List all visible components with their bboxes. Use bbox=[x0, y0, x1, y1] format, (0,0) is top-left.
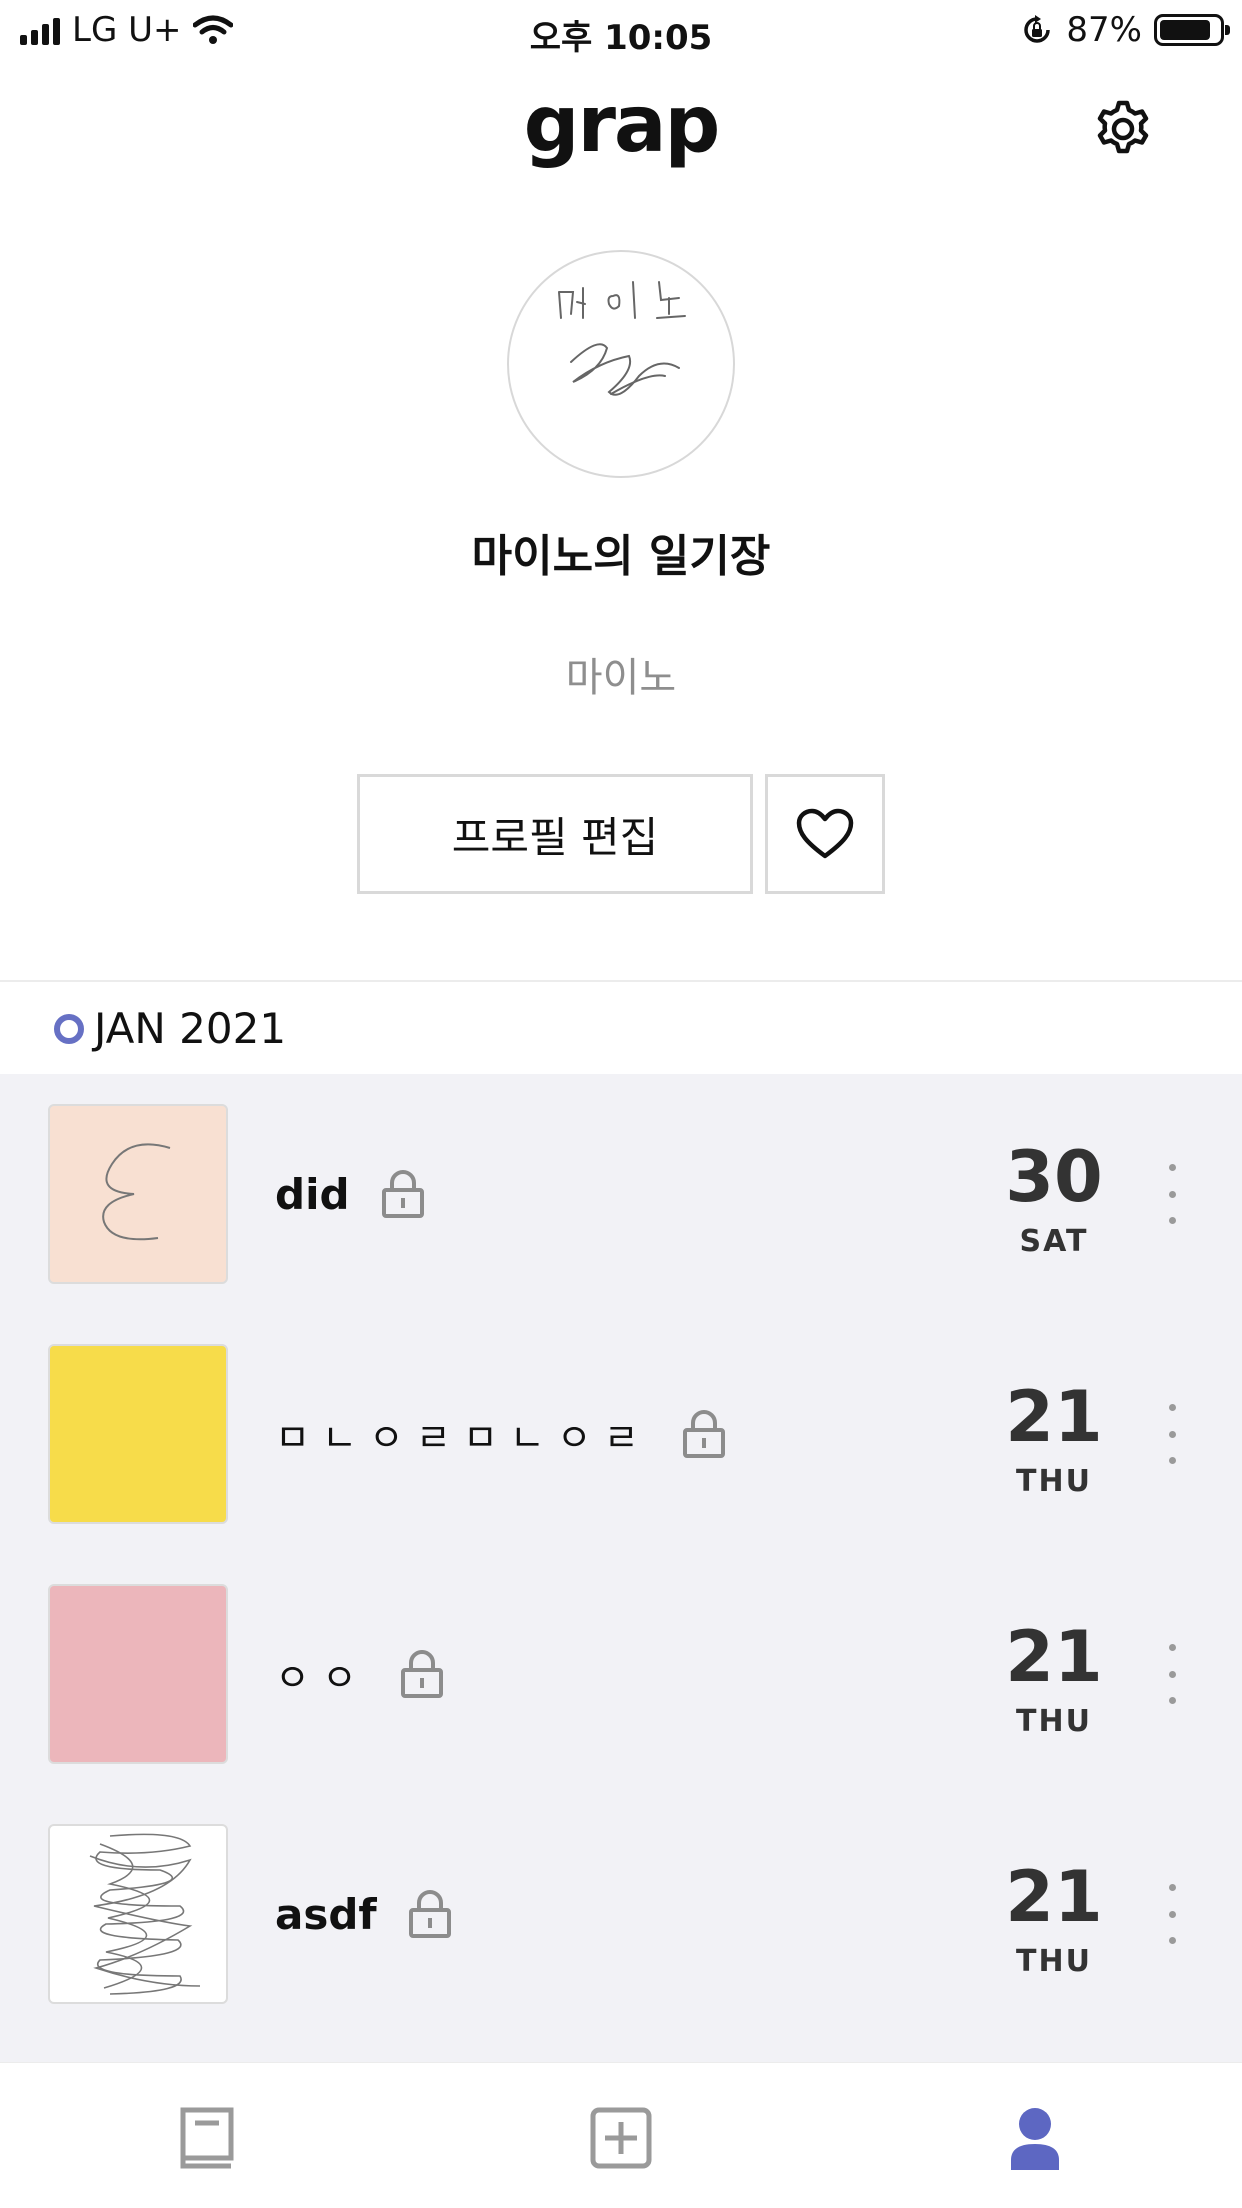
entry-thumbnail bbox=[48, 1104, 228, 1284]
gear-icon bbox=[1097, 100, 1149, 154]
diary-title: 마이노의 일기장 bbox=[471, 531, 771, 582]
entry-title: ㅇㅇ bbox=[275, 1655, 369, 1700]
more-options-button[interactable] bbox=[1162, 1884, 1182, 1944]
battery-icon bbox=[1154, 14, 1230, 46]
app-header: grap bbox=[0, 62, 1242, 192]
add-square-icon bbox=[590, 2107, 652, 2169]
entry-title: ㅁㄴㅇㄹㅁㄴㅇㄹ bbox=[275, 1415, 651, 1460]
tab-diary[interactable] bbox=[172, 2103, 242, 2173]
month-indicator-icon bbox=[54, 1014, 84, 1044]
entry-thumbnail bbox=[48, 1824, 228, 2004]
tab-bar bbox=[0, 2062, 1242, 2208]
entry-date: 30 bbox=[1005, 1136, 1103, 1218]
entry-weekday: SAT bbox=[1019, 1224, 1089, 1259]
heart-icon bbox=[796, 808, 854, 859]
entry-title-wrap: did bbox=[275, 1074, 426, 1314]
rotation-lock-icon bbox=[1024, 15, 1051, 43]
edit-profile-button[interactable]: 프로필 편집 bbox=[357, 774, 753, 894]
more-options-button[interactable] bbox=[1162, 1404, 1182, 1464]
entry-date: 21 bbox=[1005, 1616, 1103, 1698]
lock-icon bbox=[682, 1410, 725, 1458]
handwritten-avatar bbox=[558, 281, 686, 396]
entry-title-wrap: ㅁㄴㅇㄹㅁㄴㅇㄹ bbox=[275, 1314, 727, 1554]
diary-entry[interactable]: ㅁㄴㅇㄹㅁㄴㅇㄹ 21 THU bbox=[0, 1314, 1242, 1554]
lock-icon bbox=[408, 1890, 451, 1938]
month-label: JAN 2021 bbox=[94, 1004, 287, 1053]
lock-icon bbox=[381, 1170, 424, 1218]
entry-title: did bbox=[275, 1169, 350, 1219]
diary-list: did 30 SAT ㅁㄴㅇㄹㅁㄴㅇㄹ 21 THU ㅇㅇ 21 THU asd… bbox=[0, 1074, 1242, 2062]
more-options-button[interactable] bbox=[1162, 1644, 1182, 1704]
favorite-button[interactable] bbox=[765, 774, 885, 894]
diary-entry[interactable]: asdf 21 THU bbox=[0, 1794, 1242, 2034]
entry-weekday: THU bbox=[1016, 1704, 1092, 1739]
entry-date: 21 bbox=[1005, 1376, 1103, 1458]
entry-weekday: THU bbox=[1016, 1464, 1092, 1499]
profile-person-icon bbox=[1011, 2108, 1059, 2170]
diary-book-icon bbox=[180, 2107, 234, 2169]
tab-add[interactable] bbox=[586, 2103, 656, 2173]
entry-weekday: THU bbox=[1016, 1944, 1092, 1979]
scribble-drawing bbox=[102, 1143, 171, 1241]
diary-entry[interactable]: did 30 SAT bbox=[0, 1074, 1242, 1314]
entry-date: 21 bbox=[1005, 1856, 1103, 1938]
entry-title: asdf bbox=[275, 1889, 377, 1939]
entry-title-wrap: ㅇㅇ bbox=[275, 1554, 445, 1794]
battery-fill bbox=[1160, 20, 1211, 40]
lock-icon bbox=[400, 1650, 443, 1698]
tab-profile[interactable] bbox=[1000, 2103, 1070, 2173]
settings-button[interactable] bbox=[1092, 98, 1154, 160]
entry-thumbnail bbox=[48, 1584, 228, 1764]
battery-percent: 87% bbox=[1066, 10, 1142, 50]
entry-thumbnail bbox=[48, 1344, 228, 1524]
more-options-button[interactable] bbox=[1162, 1164, 1182, 1224]
status-right: 87% bbox=[1020, 10, 1230, 50]
status-bar: LG U+ 오후 10:05 87% bbox=[0, 0, 1242, 62]
month-header: JAN 2021 bbox=[0, 982, 1242, 1074]
profile-name: 마이노 bbox=[565, 655, 677, 701]
app-logo: grap bbox=[523, 80, 721, 170]
scribble-drawing bbox=[89, 1833, 201, 1995]
avatar[interactable] bbox=[507, 250, 735, 478]
diary-entry[interactable]: ㅇㅇ 21 THU bbox=[0, 1554, 1242, 1794]
entry-title-wrap: asdf bbox=[275, 1794, 453, 2034]
